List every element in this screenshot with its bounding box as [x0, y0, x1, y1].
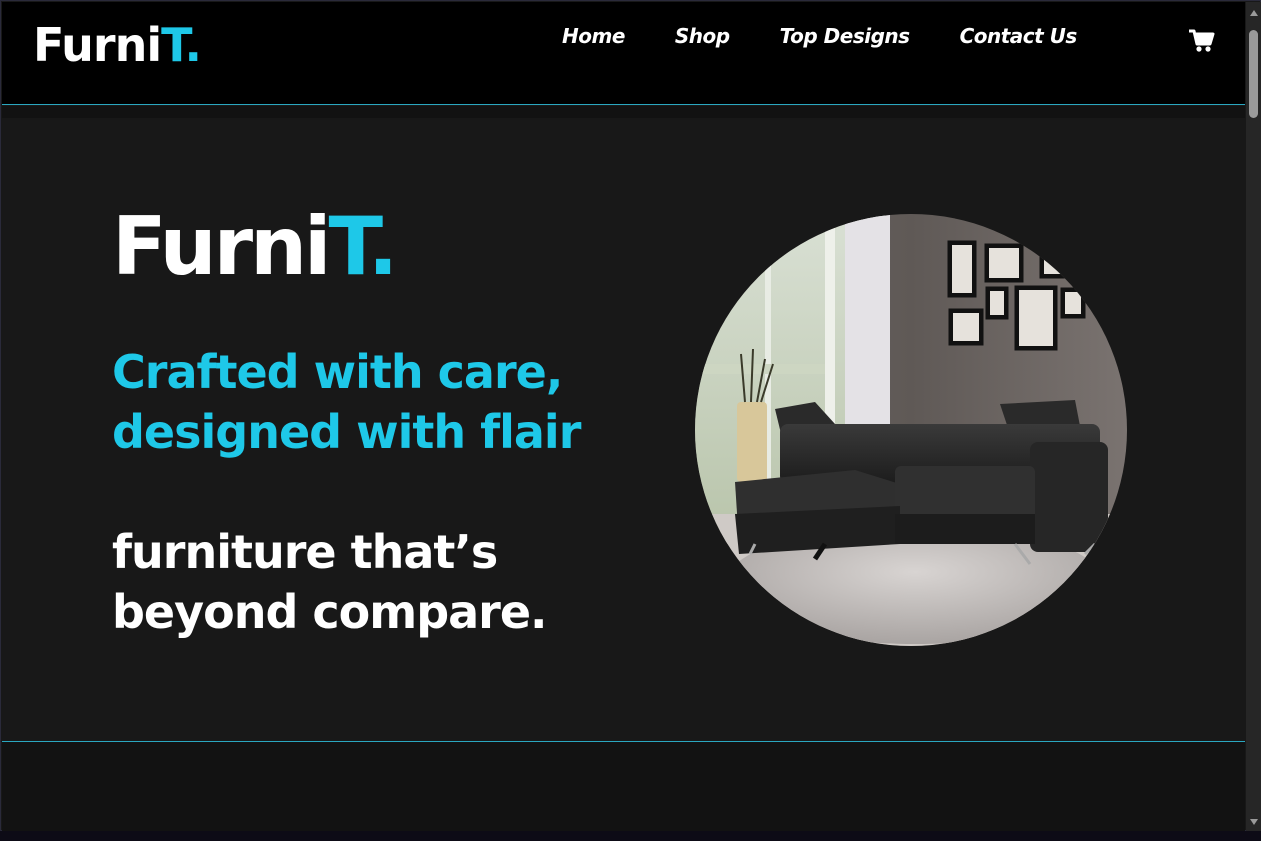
logo-main-text: Furni: [33, 18, 162, 72]
nav-home-link[interactable]: Home: [562, 24, 625, 48]
nav-top-designs-link[interactable]: Top Designs: [780, 24, 910, 48]
logo-accent-text: T.: [161, 18, 202, 72]
hero-title-accent: T.: [328, 200, 398, 293]
vertical-scrollbar[interactable]: [1246, 2, 1261, 831]
shopping-cart-icon[interactable]: [1188, 28, 1216, 54]
scrollbar-thumb[interactable]: [1249, 30, 1258, 118]
tagline-line-1: Crafted with care,: [112, 345, 563, 399]
subline-line-2: beyond compare.: [112, 585, 548, 639]
scroll-up-arrow-icon[interactable]: [1250, 10, 1258, 16]
hero-title-main: Furni: [112, 200, 331, 293]
tagline-line-2: designed with flair: [112, 405, 581, 459]
site-logo[interactable]: FurniT.: [33, 22, 202, 68]
os-taskbar-edge: [0, 831, 1261, 841]
hero-sofa-image: [695, 214, 1127, 646]
hero-tagline: Crafted with care, designed with flair: [112, 342, 672, 462]
next-section: [2, 742, 1245, 831]
main-nav: Home Shop Top Designs Contact Us: [562, 24, 1127, 48]
site-header: FurniT. Home Shop Top Designs Contact Us: [2, 2, 1245, 105]
hero-title: FurniT.: [112, 207, 398, 287]
header-shadow-strip: [2, 106, 1245, 118]
scroll-down-arrow-icon[interactable]: [1250, 819, 1258, 825]
nav-shop-link[interactable]: Shop: [675, 24, 730, 48]
browser-window: FurniT. Home Shop Top Designs Contact Us: [0, 0, 1261, 831]
nav-contact-us-link[interactable]: Contact Us: [960, 24, 1078, 48]
subline-line-1: furniture that’s: [112, 525, 498, 579]
page: FurniT. Home Shop Top Designs Contact Us: [2, 2, 1245, 831]
hero-subline: furniture that’s beyond compare.: [112, 522, 672, 642]
